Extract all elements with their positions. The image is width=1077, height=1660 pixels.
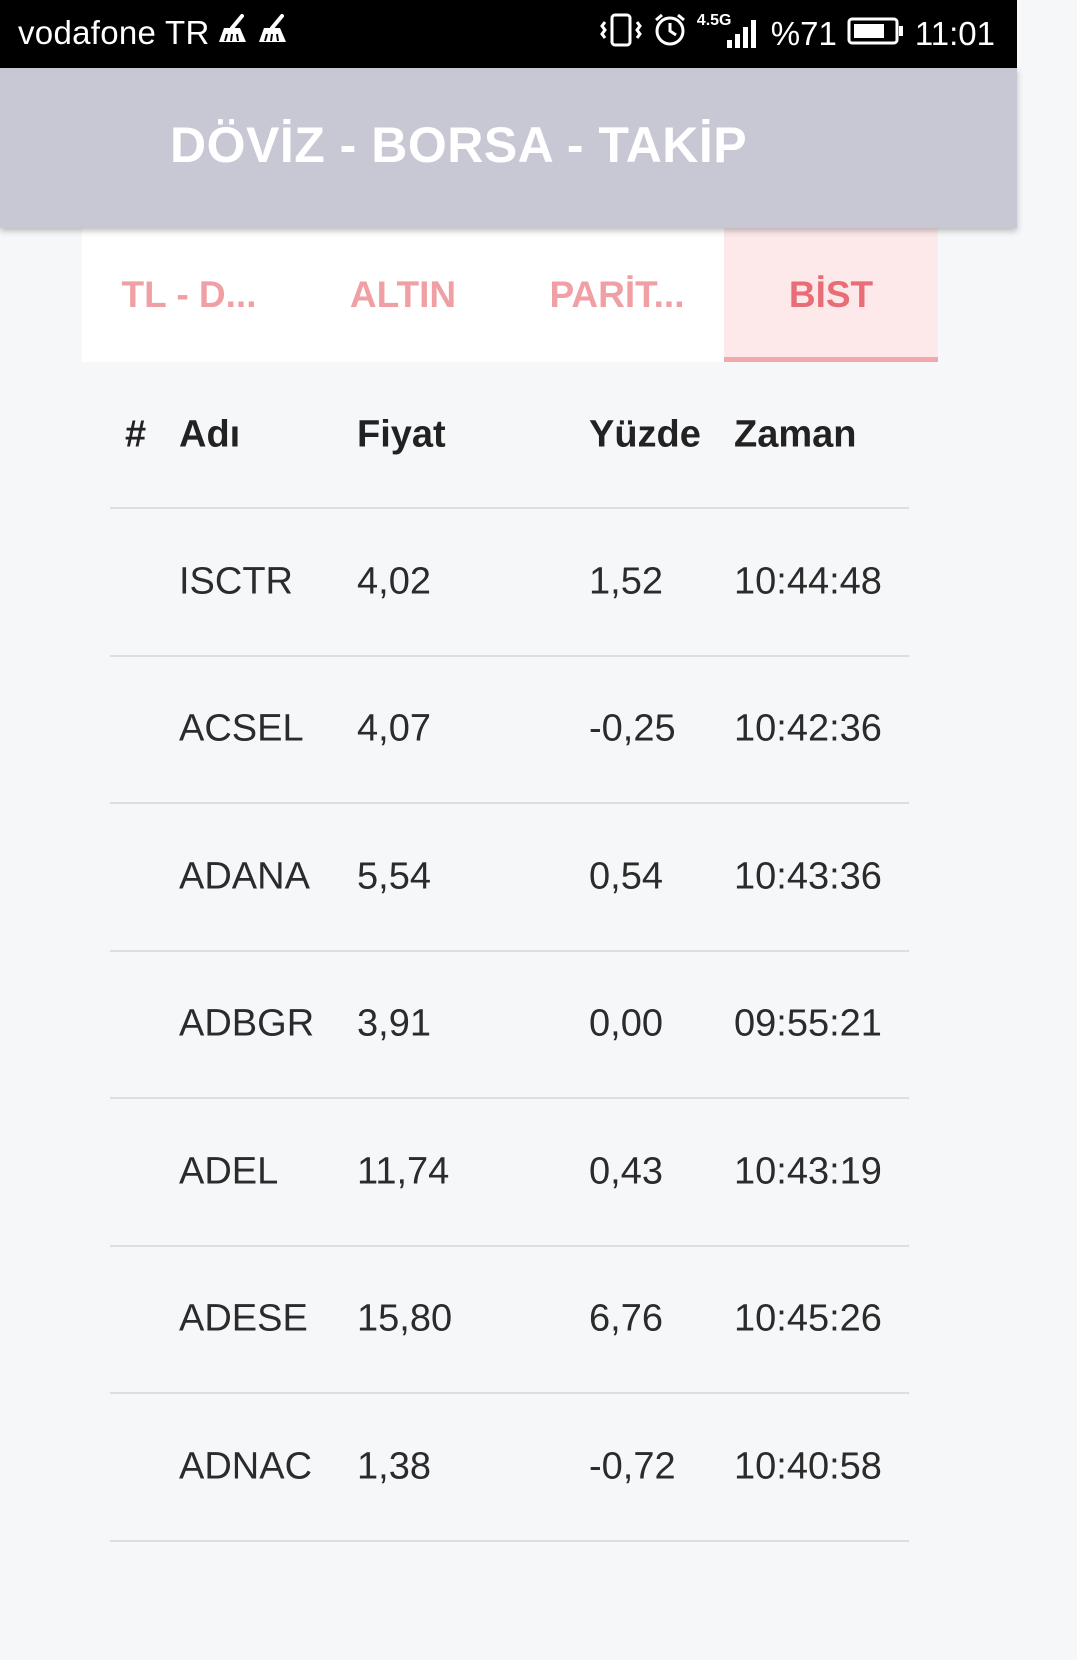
stock-name: ADESE [179,1297,308,1340]
stock-time: 10:42:36 [734,707,882,750]
header-time: Zaman [734,413,857,455]
stock-time: 10:45:26 [734,1297,882,1340]
stock-time: 10:44:48 [734,560,882,603]
table-row[interactable]: ADBGR 3,91 0,00 09:55:21 [110,952,909,1099]
tab-parite[interactable]: PARİT... [510,228,724,362]
stock-percent: 1,52 [589,560,663,603]
cleaner-icon [216,14,250,52]
stock-price: 5,54 [357,855,431,898]
header-price: Fiyat [357,413,446,455]
battery-percent: %71 [770,15,837,52]
table-row[interactable]: ADESE 15,80 6,76 10:45:26 [110,1247,909,1394]
stock-name: ADBGR [179,1002,315,1045]
stock-time: 09:55:21 [734,1002,882,1045]
table-header: # Adı Fiyat Yüzde Zaman [110,362,909,509]
table-row[interactable]: ISCTR 4,02 1,52 10:44:48 [110,509,909,657]
stock-table: # Adı Fiyat Yüzde Zaman ISCTR 4,02 1,52 … [110,362,909,1542]
stock-name: ACSEL [179,707,304,750]
stock-time: 10:40:58 [734,1445,882,1488]
stock-percent: -0,25 [589,707,676,750]
table-row[interactable]: ADANA 5,54 0,54 10:43:36 [110,804,909,952]
stock-name: ISCTR [179,560,293,603]
stock-time: 10:43:36 [734,855,882,898]
stock-percent: -0,72 [589,1445,676,1488]
table-row[interactable]: ADNAC 1,38 -0,72 10:40:58 [110,1394,909,1542]
signal-icon: 4.5G [697,12,761,52]
tab-tl-doviz[interactable]: TL - D... [82,228,296,362]
stock-price: 1,38 [357,1445,431,1488]
stock-name: ADANA [179,855,310,898]
status-bar: vodafone TR 4.5G %71 11:01 [0,0,1017,68]
status-left: vodafone TR [18,14,290,52]
tab-altin[interactable]: ALTIN [296,228,510,362]
stock-name: ADEL [179,1150,279,1193]
stock-price: 4,07 [357,707,431,750]
tab-bist[interactable]: BİST [724,228,938,362]
carrier-name: vodafone TR [18,14,210,51]
stock-price: 4,02 [357,560,431,603]
status-right: 4.5G %71 11:01 [599,12,995,56]
battery-icon [847,15,905,53]
table-row[interactable]: ADEL 11,74 0,43 10:43:19 [110,1099,909,1247]
header-percent: Yüzde [589,413,701,455]
tab-bar: TL - D... ALTIN PARİT... BİST [82,228,938,362]
header-num: # [125,413,147,455]
alarm-icon [653,12,687,56]
table-row[interactable]: ACSEL 4,07 -0,25 10:42:36 [110,657,909,804]
stock-price: 3,91 [357,1002,431,1045]
cleaner-icon-2 [256,14,290,52]
header-name: Adı [179,413,241,455]
vibrate-icon [599,12,643,56]
stock-name: ADNAC [179,1445,313,1488]
app-title: DÖVİZ - BORSA - TAKİP [170,117,748,173]
stock-price: 15,80 [357,1297,453,1340]
stock-percent: 0,00 [589,1002,663,1045]
stock-time: 10:43:19 [734,1150,882,1193]
stock-price: 11,74 [357,1150,450,1193]
stock-percent: 6,76 [589,1297,663,1340]
app-bar: DÖVİZ - BORSA - TAKİP [0,68,1017,228]
stock-percent: 0,54 [589,855,663,898]
clock: 11:01 [914,15,995,52]
stock-percent: 0,43 [589,1150,663,1193]
